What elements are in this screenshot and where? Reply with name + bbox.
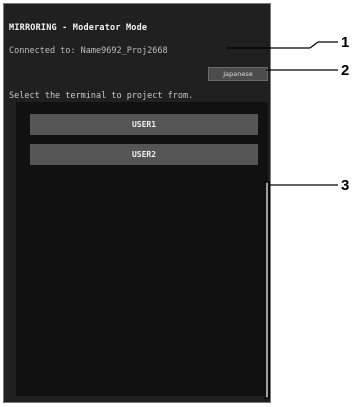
callout-number-2: 2: [341, 62, 350, 79]
instruction-text: Select the terminal to project from.: [9, 91, 194, 101]
user2-button[interactable]: USER2: [30, 144, 258, 165]
user1-button[interactable]: USER1: [30, 114, 258, 135]
callout-number-3: 3: [341, 177, 350, 194]
callout-number-1: 1: [341, 34, 350, 51]
terminal-list: USER1 USER2: [16, 102, 268, 396]
screen-title: MIRRORING - Moderator Mode: [9, 23, 148, 33]
connected-to-text: Connected to: Name9692_Proj2668: [9, 46, 168, 56]
japanese-language-button[interactable]: Japanese: [208, 67, 268, 81]
mirroring-screen: MIRRORING - Moderator Mode Connected to:…: [3, 3, 271, 403]
